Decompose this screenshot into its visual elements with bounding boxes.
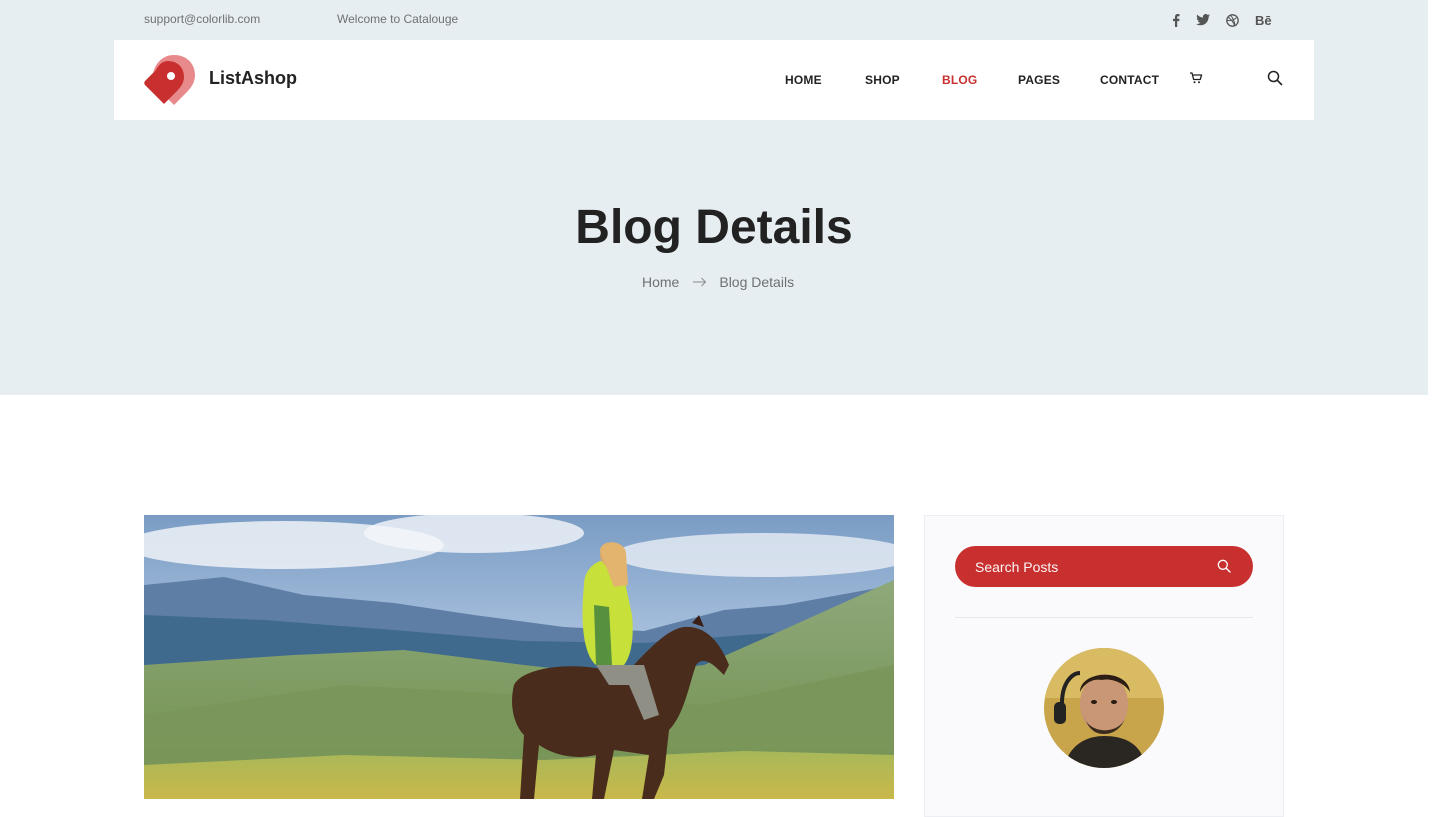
breadcrumb: Home Blog Details	[642, 273, 794, 291]
support-email[interactable]: support@colorlib.com	[144, 12, 260, 26]
welcome-text: Welcome to Catalouge	[337, 12, 459, 26]
breadcrumb-current: Blog Details	[719, 274, 795, 290]
breadcrumb-home-link[interactable]: Home	[642, 274, 679, 290]
brand-name[interactable]: ListAshop	[209, 68, 297, 89]
location-pin-logo-icon[interactable]	[144, 54, 196, 106]
nav-item-contact[interactable]: CONTACT	[1100, 73, 1159, 87]
navbar: ListAshop HOME SHOP BLOG PAGES CONTACT	[114, 40, 1314, 120]
search-icon[interactable]	[1217, 559, 1231, 573]
search-icon[interactable]	[1267, 70, 1283, 86]
divider	[955, 617, 1253, 618]
social-links: Bē	[1172, 10, 1272, 30]
dribbble-icon[interactable]	[1226, 10, 1239, 30]
blog-sidebar	[924, 515, 1284, 817]
twitter-icon[interactable]	[1196, 10, 1210, 30]
nav-item-shop[interactable]: SHOP	[865, 73, 900, 87]
behance-icon[interactable]: Bē	[1255, 10, 1272, 30]
author-avatar	[1044, 648, 1164, 768]
search-posts-input[interactable]	[975, 546, 1215, 587]
page-title: Blog Details	[575, 201, 853, 254]
nav-item-home[interactable]: HOME	[785, 73, 822, 87]
cart-icon[interactable]	[1189, 71, 1203, 85]
nav-item-pages[interactable]: PAGES	[1018, 73, 1060, 87]
arrow-right-icon	[693, 277, 707, 287]
nav-item-blog[interactable]: BLOG	[942, 73, 977, 87]
search-posts-widget	[955, 546, 1253, 587]
facebook-icon[interactable]	[1172, 10, 1180, 30]
blog-featured-image[interactable]	[144, 515, 894, 799]
